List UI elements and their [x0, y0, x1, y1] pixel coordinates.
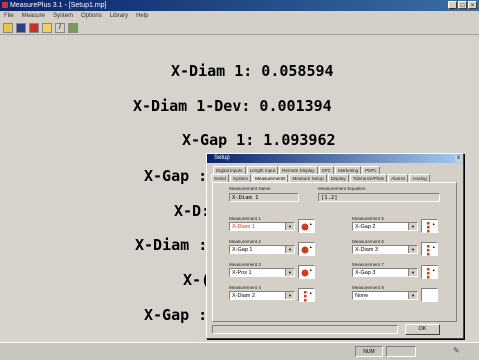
tab-alarms[interactable]: Alarms — [388, 174, 409, 182]
tab-tolerance-plots[interactable]: Tolerance/Plots — [349, 174, 388, 182]
reading-line: X-Gap : — [144, 167, 208, 185]
reading-line: X-D: — [174, 202, 211, 220]
reading-line: X-Diam 1-Dev: 0.001394 — [133, 97, 332, 115]
chevron-down-icon[interactable]: ▼ — [408, 246, 417, 253]
chevron-down-icon[interactable]: ▼ — [285, 269, 294, 276]
measurement-3-color-swatch[interactable] — [298, 265, 315, 279]
menu-help[interactable]: Help — [132, 11, 152, 21]
minimize-button[interactable]: _ — [448, 1, 457, 9]
edit-icon[interactable]: / — [55, 22, 65, 33]
window-titlebar[interactable]: MeasurePlus 3.1 - [Setup1.mp] _ □ × — [0, 0, 479, 11]
chevron-down-icon[interactable]: ▼ — [408, 223, 417, 230]
tab-measure-setup[interactable]: Measure Setup — [289, 174, 327, 182]
settings-icon[interactable] — [68, 22, 78, 33]
measurement-8-color-swatch[interactable] — [421, 288, 438, 302]
menu-bar: File Measure System Options Library Help — [0, 11, 479, 21]
tab-marketing[interactable]: Marketing — [335, 166, 362, 174]
measurement-2-select[interactable]: X-Gap 1 ▼ — [229, 245, 295, 254]
measurement-label: Measurement 4 — [229, 285, 261, 290]
open-folder-icon[interactable] — [3, 22, 13, 33]
measurement-7-select[interactable]: X-Gap 3 ▼ — [352, 268, 418, 277]
tab-digital-inputs[interactable]: Digital Inputs — [213, 166, 246, 174]
tab-remote-display[interactable]: Remote Display — [279, 166, 318, 174]
measurement-label: Measurement 1 — [229, 216, 261, 221]
measurement-1-color-swatch[interactable] — [298, 219, 315, 233]
measurement-label: Measurement 8 — [352, 285, 384, 290]
measurement-label: Measurement 2 — [229, 239, 261, 244]
reading-line: X-Diam 1: 0.058594 — [171, 62, 334, 80]
measurement-5-select[interactable]: X-Gap 2 ▼ — [352, 222, 418, 231]
measurement-7-color-swatch[interactable] — [421, 265, 438, 279]
reading-line: X-Diam : — [135, 236, 208, 254]
tab-row-upper: Digital Inputs Length Input Remote Displ… — [213, 166, 381, 174]
measurement-name-field[interactable]: X-Diam 1 — [229, 193, 299, 202]
measurement-6-select[interactable]: X-Diam 3 ▼ — [352, 245, 418, 254]
tab-serial[interactable]: Serial — [211, 174, 229, 182]
status-panel — [386, 346, 416, 357]
tray-pen-icon[interactable]: ✎ — [453, 346, 460, 355]
chevron-down-icon[interactable]: ▼ — [408, 292, 417, 299]
measurement-8-select[interactable]: None ▼ — [352, 291, 418, 300]
tab-display[interactable]: Display — [327, 174, 349, 182]
dialog-close-icon[interactable]: x — [455, 155, 462, 162]
chevron-down-icon[interactable]: ▼ — [285, 223, 294, 230]
measurement-5-color-swatch[interactable] — [421, 219, 438, 233]
dialog-status-field — [212, 325, 398, 334]
measurement-label: Measurement 5 — [352, 216, 384, 221]
measurement-label: Measurement 7 — [352, 262, 384, 267]
folder-icon[interactable] — [42, 22, 52, 33]
reading-line: X-Gap : — [144, 306, 208, 324]
tab-measurements[interactable]: Measurements — [252, 174, 289, 182]
chevron-down-icon[interactable]: ▼ — [285, 292, 294, 299]
close-window-button[interactable]: × — [468, 1, 477, 9]
tab-analog[interactable]: Analog — [409, 174, 430, 182]
measurements-panel: Measurement Name X-Diam 1 Measurement Eq… — [212, 182, 457, 322]
tab-pdfl[interactable]: PDFL — [362, 166, 380, 174]
chevron-down-icon[interactable]: ▼ — [285, 246, 294, 253]
menu-library[interactable]: Library — [106, 11, 132, 21]
toolbar: / — [0, 21, 479, 35]
measurement-4-color-swatch[interactable] — [298, 288, 315, 302]
dialog-title: Setup — [214, 155, 230, 161]
window-title: MeasurePlus 3.1 - [Setup1.mp] — [10, 2, 107, 9]
tab-length-input[interactable]: Length Input — [246, 166, 279, 174]
measurement-label: Measurement 3 — [229, 262, 261, 267]
status-bar: NUM ✎ — [0, 342, 479, 360]
measurement-1-select[interactable]: X-Diam 1 ▼ — [229, 222, 295, 231]
tab-row-lower: Serial System Measurements Measure Setup… — [211, 174, 431, 182]
num-lock-indicator: NUM — [355, 346, 383, 357]
menu-measure[interactable]: Measure — [18, 11, 49, 21]
menu-options[interactable]: Options — [77, 11, 106, 21]
tab-spc[interactable]: SPC — [318, 166, 334, 174]
measurement-equation-field[interactable]: [1.2] — [318, 193, 440, 202]
ok-button[interactable]: OK — [405, 324, 440, 335]
maximize-button[interactable]: □ — [458, 1, 467, 9]
menu-system[interactable]: System — [49, 11, 77, 21]
measurement-6-color-swatch[interactable] — [421, 242, 438, 256]
measurement-2-color-swatch[interactable] — [298, 242, 315, 256]
menu-file[interactable]: File — [0, 11, 18, 21]
chevron-down-icon[interactable]: ▼ — [408, 269, 417, 276]
save-icon[interactable] — [16, 22, 26, 33]
setup-dialog: Setup x Digital Inputs Length Input Remo… — [206, 153, 464, 339]
app-icon — [2, 2, 8, 8]
tab-system[interactable]: System — [229, 174, 252, 182]
record-icon[interactable] — [29, 22, 39, 33]
reading-line: X-Gap 1: 1.093962 — [182, 131, 336, 149]
measurement-name-label: Measurement Name — [229, 186, 271, 191]
measurement-4-select[interactable]: X-Diam 2 ▼ — [229, 291, 295, 300]
measurement-3-select[interactable]: X-Pos 1 ▼ — [229, 268, 295, 277]
dialog-titlebar[interactable]: Setup x — [207, 154, 463, 163]
measurement-label: Measurement 6 — [352, 239, 384, 244]
measurement-equation-label: Measurement Equation — [318, 186, 366, 191]
